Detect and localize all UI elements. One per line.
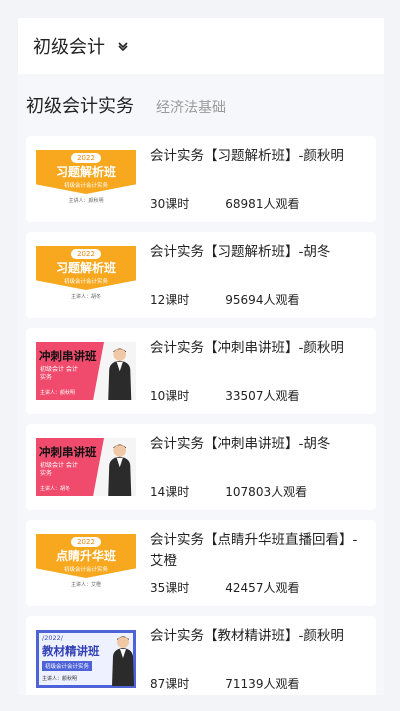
course-thumbnail: 2022 习题解析班 初级会计会计实务 主讲人：颜秋明 (36, 150, 136, 208)
lesson-count: 12课时 (150, 293, 190, 307)
thumb-lecturer: 主讲人：艾橙 (70, 582, 101, 588)
course-title: 会计实务【教材精讲班】-颜秋明 (150, 628, 344, 644)
tab-accounting-practice[interactable]: 初级会计实务 (26, 92, 134, 118)
subject-tabs: 初级会计实务 经济法基础 (18, 74, 384, 136)
thumb-subtitle: 初级会计会计实务 (63, 183, 108, 189)
course-card[interactable]: 2022 点睛升华班 初级会计会计实务 主讲人：艾橙 会计实务【点睛升华班直播回… (26, 520, 376, 606)
course-meta: 12课时 95694人观看 (150, 291, 299, 308)
view-count: 33507人观看 (225, 389, 300, 403)
lesson-count: 10课时 (150, 389, 190, 403)
teacher-photo (112, 636, 134, 686)
course-card[interactable]: 冲刺串讲班 初级会计 会计实务 主讲人：颜秋明 会计实务【冲刺串讲班】-颜秋明 … (26, 328, 376, 414)
teacher-photo (108, 444, 132, 496)
chevron-down-icon[interactable] (117, 40, 129, 52)
thumb-lecturer: 主讲人：颜秋明 (42, 676, 78, 682)
thumb-year: /2022/ (42, 634, 63, 642)
course-list: 2022 习题解析班 初级会计会计实务 主讲人：颜秋明 会计实务【习题解析班】-… (26, 136, 376, 695)
view-count: 68981人观看 (225, 197, 300, 211)
view-count: 95694人观看 (225, 293, 300, 307)
thumb-class-name: 习题解析班 (55, 165, 116, 179)
course-thumbnail: 2022 点睛升华班 初级会计会计实务 主讲人：艾橙 (36, 534, 136, 592)
course-title: 会计实务【习题解析班】-颜秋明 (150, 148, 344, 164)
thumb-lecturer: 主讲人：颜秋明 (40, 390, 76, 396)
thumb-lecturer: 主讲人：颜秋明 (68, 198, 104, 204)
course-title: 会计实务【点睛升华班直播回看】-艾橙 (150, 532, 358, 569)
thumb-class-name: 习题解析班 (55, 261, 116, 275)
lesson-count: 14课时 (150, 485, 190, 499)
thumb-lecturer: 主讲人：胡冬 (70, 294, 101, 300)
lesson-count: 87课时 (150, 677, 190, 691)
course-thumbnail: 冲刺串讲班 初级会计 会计实务 主讲人：胡冬 (36, 438, 136, 496)
course-meta: 87课时 71139人观看 (150, 675, 299, 692)
thumb-year: 2022 (71, 537, 101, 547)
header: 初级会计 (18, 18, 384, 74)
thumb-year: 2022 (71, 153, 101, 163)
course-meta: 14课时 107803人观看 (150, 483, 307, 500)
thumb-class-name: 冲刺串讲班 (39, 349, 97, 363)
thumb-lecturer: 主讲人：胡冬 (40, 486, 71, 492)
course-card[interactable]: /2022/ 教材精讲班 初级会计会计实务 主讲人：颜秋明 会计实务【教材精讲班… (26, 616, 376, 695)
thumb-class-name: 点睛升华班 (55, 549, 116, 563)
lesson-count: 35课时 (150, 581, 190, 595)
thumb-class-name: 冲刺串讲班 (39, 445, 97, 459)
app-frame: 初级会计 初级会计实务 经济法基础 2022 习题解析班 初级会计会计实务 主讲… (18, 18, 384, 695)
thumb-subtitle: 初级会计会计实务 (42, 661, 93, 671)
category-title[interactable]: 初级会计 (33, 33, 105, 59)
course-thumbnail: /2022/ 教材精讲班 初级会计会计实务 主讲人：颜秋明 (36, 630, 136, 688)
lesson-count: 30课时 (150, 197, 190, 211)
course-card[interactable]: 2022 习题解析班 初级会计会计实务 主讲人：颜秋明 会计实务【习题解析班】-… (26, 136, 376, 222)
thumb-year: 2022 (71, 249, 101, 259)
course-thumbnail: 2022 习题解析班 初级会计会计实务 主讲人：胡冬 (36, 246, 136, 304)
view-count: 107803人观看 (225, 485, 308, 499)
course-title: 会计实务【习题解析班】-胡冬 (150, 244, 331, 260)
thumb-subtitle: 初级会计 会计实务 (40, 462, 78, 477)
course-meta: 10课时 33507人观看 (150, 387, 299, 404)
course-title: 会计实务【冲刺串讲班】-颜秋明 (150, 340, 344, 356)
course-card[interactable]: 冲刺串讲班 初级会计 会计实务 主讲人：胡冬 会计实务【冲刺串讲班】-胡冬 14… (26, 424, 376, 510)
course-title: 会计实务【冲刺串讲班】-胡冬 (150, 436, 331, 452)
teacher-photo (108, 348, 132, 400)
tab-economic-law[interactable]: 经济法基础 (156, 97, 226, 117)
thumb-subtitle: 初级会计会计实务 (63, 279, 108, 285)
thumb-subtitle: 初级会计会计实务 (63, 567, 108, 573)
course-thumbnail: 冲刺串讲班 初级会计 会计实务 主讲人：颜秋明 (36, 342, 136, 400)
thumb-subtitle: 初级会计 会计实务 (40, 366, 78, 381)
course-card[interactable]: 2022 习题解析班 初级会计会计实务 主讲人：胡冬 会计实务【习题解析班】-胡… (26, 232, 376, 318)
view-count: 42457人观看 (225, 581, 300, 595)
thumb-class-name: 教材精讲班 (42, 644, 100, 658)
course-meta: 30课时 68981人观看 (150, 195, 299, 212)
course-meta: 35课时 42457人观看 (150, 579, 299, 596)
view-count: 71139人观看 (225, 677, 300, 691)
